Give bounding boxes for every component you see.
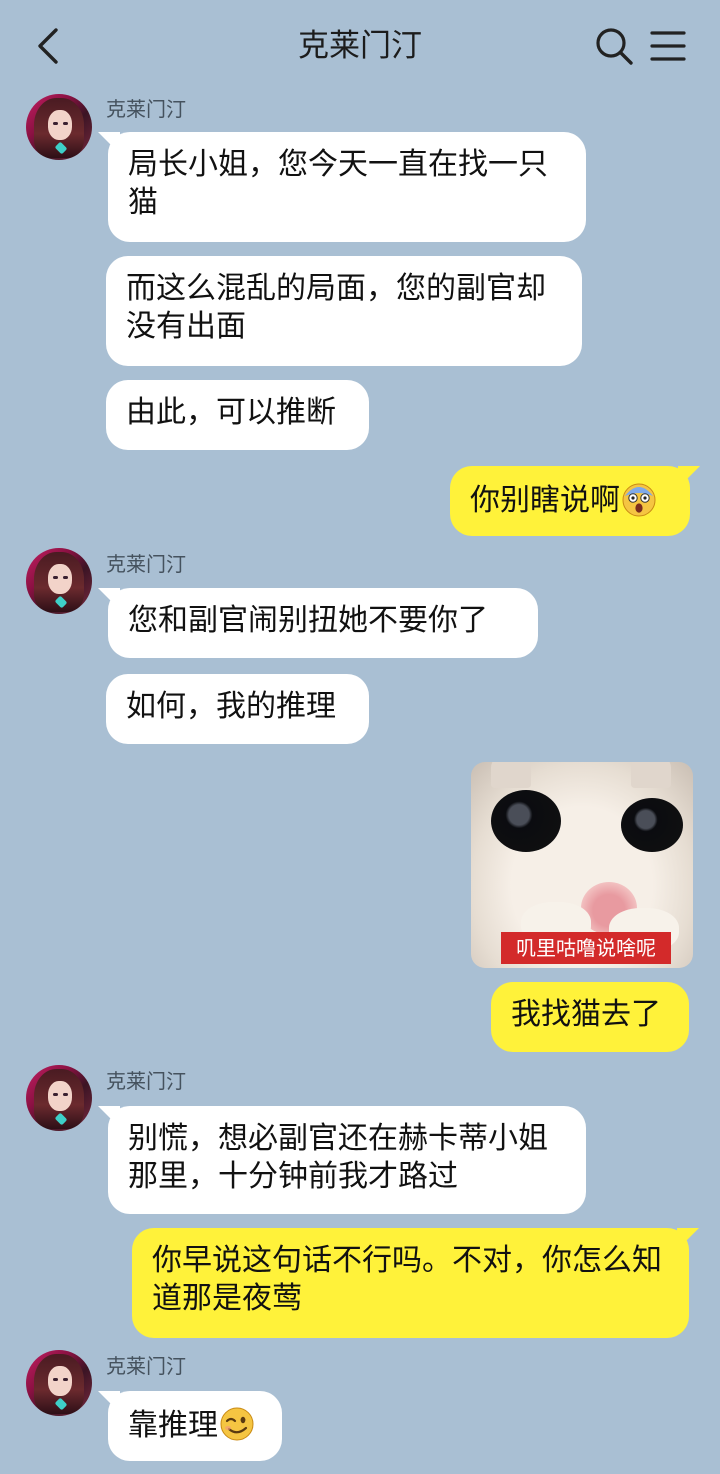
message-text: 由此，可以推断 [126, 395, 336, 430]
message-text: 靠推理 [128, 1408, 218, 1443]
message-bubble[interactable]: 你早说这句话不行吗。不对，你怎么知道那是夜莺 [132, 1228, 699, 1338]
message-text: 你别瞎说啊 [470, 483, 620, 518]
avatar[interactable] [26, 1350, 92, 1416]
message-bubble[interactable]: 如何，我的推理 [106, 674, 369, 744]
scream-emoji-icon [622, 483, 656, 517]
message-bubble[interactable]: 局长小姐，您今天一直在找一只猫 [98, 132, 586, 242]
message-text: 别慌，想必副官还在赫卡蒂小姐那里，十分钟前我才路过 [128, 1121, 548, 1194]
message-text: 您和副官闹别扭她不要你了 [128, 603, 488, 638]
wink-emoji-icon [220, 1407, 254, 1441]
message-bubble[interactable]: 靠推理 [98, 1391, 282, 1461]
avatar[interactable] [26, 548, 92, 614]
message-bubble[interactable]: 别慌，想必副官还在赫卡蒂小姐那里，十分钟前我才路过 [98, 1106, 586, 1214]
message-bubble[interactable]: 而这么混乱的局面，您的副官却没有出面 [106, 256, 582, 366]
chat-header: 克莱门汀 [0, 0, 720, 92]
avatar[interactable] [26, 1065, 92, 1131]
message-bubble[interactable]: 我找猫去了 [491, 982, 689, 1052]
message-text: 你早说这句话不行吗。不对，你怎么知道那是夜莺 [152, 1243, 662, 1316]
search-button[interactable] [592, 24, 636, 68]
message-text: 而这么混乱的局面，您的副官却没有出面 [126, 271, 546, 344]
sender-name: 克莱门汀 [106, 97, 186, 121]
search-icon [596, 28, 633, 65]
message-text: 局长小姐，您今天一直在找一只猫 [128, 147, 548, 220]
message-text: 如何，我的推理 [126, 689, 336, 724]
message-bubble[interactable]: 您和副官闹别扭她不要你了 [98, 588, 538, 658]
sender-name: 克莱门汀 [106, 1069, 186, 1093]
sender-name: 克莱门汀 [106, 552, 186, 576]
message-bubble[interactable]: 你别瞎说啊 [450, 466, 700, 536]
message-text: 我找猫去了 [511, 997, 661, 1032]
sender-name: 克莱门汀 [106, 1354, 186, 1378]
menu-icon [650, 31, 686, 61]
avatar[interactable] [26, 94, 92, 160]
menu-button[interactable] [646, 24, 690, 68]
message-bubble[interactable]: 由此，可以推断 [106, 380, 369, 450]
sticker-image[interactable]: 叽里咕噜说啥呢 [471, 762, 693, 968]
sticker-caption: 叽里咕噜说啥呢 [501, 932, 671, 964]
